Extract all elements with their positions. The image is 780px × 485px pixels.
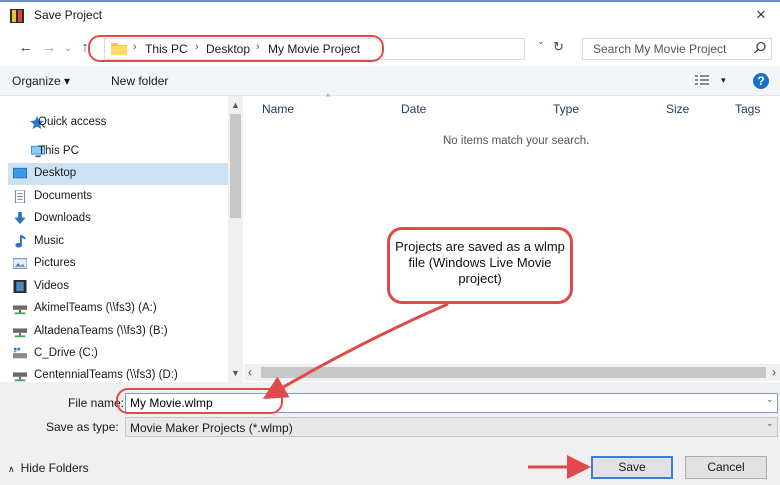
toolbar: Organize ▾ New folder ▾ ?	[0, 66, 780, 96]
save-button[interactable]: Save	[591, 456, 673, 479]
navigation-pane: Quick access This PC Desktop Documents D…	[0, 96, 243, 382]
column-header-type[interactable]: Type	[553, 102, 579, 116]
column-header-size[interactable]: Size	[666, 102, 689, 116]
view-options-icon[interactable]	[695, 74, 709, 86]
sidebar-scrollbar-thumb[interactable]	[230, 114, 241, 218]
sidebar-item-label: Pictures	[34, 257, 76, 269]
network-drive-icon	[13, 372, 27, 382]
scroll-up-icon[interactable]: ▲	[231, 100, 240, 110]
scroll-left-icon[interactable]: ‹	[248, 365, 252, 379]
close-button[interactable]: ×	[750, 4, 772, 26]
sidebar-item-music[interactable]: Music	[8, 231, 228, 253]
sidebar-item-label: CentennialTeams (\\fs3) (D:)	[34, 369, 178, 381]
search-input[interactable]	[583, 39, 743, 59]
sidebar-item-documents[interactable]: Documents	[8, 186, 228, 208]
save-as-type-label: Save as type:	[46, 420, 119, 434]
view-dropdown-icon[interactable]: ▾	[721, 75, 726, 86]
sidebar-item-pictures[interactable]: Pictures	[8, 253, 228, 275]
sidebar-item-label: Desktop	[34, 167, 77, 179]
title-bar: Save Project ×	[0, 2, 780, 30]
scroll-down-icon[interactable]: ▼	[231, 368, 240, 378]
hide-folders-label: Hide Folders	[20, 461, 89, 475]
hide-folders-button[interactable]: ∧ Hide Folders	[8, 461, 89, 475]
organize-button[interactable]: Organize ▾	[12, 74, 70, 88]
sidebar-item-label: Downloads	[34, 212, 91, 224]
sidebar-item-label: AkimelTeams (\\fs3) (A:)	[34, 302, 157, 314]
column-header-name[interactable]: Name	[262, 102, 294, 116]
search-box[interactable]	[582, 38, 772, 60]
sidebar-item-label: AltadenaTeams (\\fs3) (B:)	[34, 325, 168, 337]
sidebar-item-desktop[interactable]: Desktop	[8, 163, 228, 185]
pictures-icon	[13, 258, 27, 269]
scroll-right-icon[interactable]: ›	[772, 365, 776, 379]
music-icon	[15, 235, 26, 248]
new-folder-button[interactable]: New folder	[111, 74, 168, 88]
file-list-horizontal-scrollbar[interactable]: ‹ ›	[244, 364, 780, 381]
documents-icon	[14, 190, 26, 203]
recent-locations-chevron-icon[interactable]: ⌄	[60, 38, 76, 58]
sidebar-item-label: Quick access	[38, 116, 107, 128]
sidebar-item-videos[interactable]: Videos	[8, 276, 228, 298]
address-highlight-outline	[88, 35, 384, 62]
sidebar-item-label: Videos	[34, 280, 69, 292]
sidebar-item-downloads[interactable]: Downloads	[8, 208, 228, 230]
save-as-type-dropdown-icon[interactable]: ⌄	[766, 418, 774, 429]
sidebar-item-akimelteams[interactable]: AkimelTeams (\\fs3) (A:)	[8, 298, 228, 320]
sidebar-item-label: Documents	[34, 190, 93, 202]
help-icon[interactable]: ?	[753, 73, 769, 89]
sidebar-item-altadenateams[interactable]: AltadenaTeams (\\fs3) (B:)	[8, 321, 228, 343]
empty-message: No items match your search.	[443, 135, 590, 147]
annotation-callout: Projects are saved as a wlmp file (Windo…	[387, 227, 573, 304]
sidebar-item-label: Music	[34, 235, 65, 247]
downloads-icon	[14, 212, 26, 225]
save-as-type-select[interactable]: Movie Maker Projects (*.wlmp)	[125, 417, 778, 437]
desktop-icon	[13, 167, 27, 179]
sort-indicator-icon: ^	[326, 92, 331, 102]
cancel-button[interactable]: Cancel	[685, 456, 767, 479]
file-name-dropdown-icon[interactable]: ⌄	[766, 394, 774, 405]
back-button[interactable]: ←	[18, 38, 34, 58]
sidebar-item-quick-access[interactable]: Quick access	[8, 112, 228, 134]
refresh-icon[interactable]: ↻	[553, 39, 564, 55]
drive-icon	[13, 347, 27, 359]
videos-icon	[13, 280, 27, 293]
address-dropdown-chevron-icon[interactable]: ⌄	[537, 36, 545, 47]
sidebar-item-label: C_Drive (C:)	[34, 347, 98, 359]
sidebar-item-centennialteams[interactable]: CentennialTeams (\\fs3) (D:)	[8, 365, 228, 382]
horizontal-scrollbar-thumb[interactable]	[261, 367, 766, 378]
forward-button[interactable]: →	[41, 38, 57, 58]
chevron-up-icon: ∧	[8, 464, 15, 474]
file-name-highlight-outline	[116, 388, 283, 414]
column-header-tags[interactable]: Tags	[735, 102, 760, 116]
search-icon[interactable]	[753, 41, 767, 55]
save-project-dialog: Save Project × ← → ⌄ ↑ › This PC › Deskt…	[0, 0, 780, 485]
column-header-date[interactable]: Date	[401, 102, 426, 116]
window-title: Save Project	[34, 8, 103, 22]
network-drive-icon	[13, 328, 27, 338]
sidebar-item-this-pc[interactable]: This PC	[8, 141, 228, 163]
movie-maker-icon	[10, 9, 24, 23]
sidebar-item-label: This PC	[38, 145, 79, 157]
sidebar-item-c-drive[interactable]: C_Drive (C:)	[8, 343, 228, 365]
network-drive-icon	[13, 305, 27, 315]
